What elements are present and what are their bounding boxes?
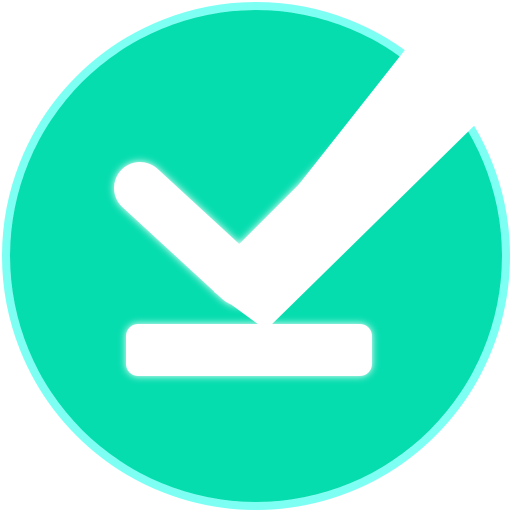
icon-canvas — [0, 0, 512, 512]
underline-bar — [126, 324, 372, 376]
check-underline-circle-icon — [2, 2, 510, 510]
